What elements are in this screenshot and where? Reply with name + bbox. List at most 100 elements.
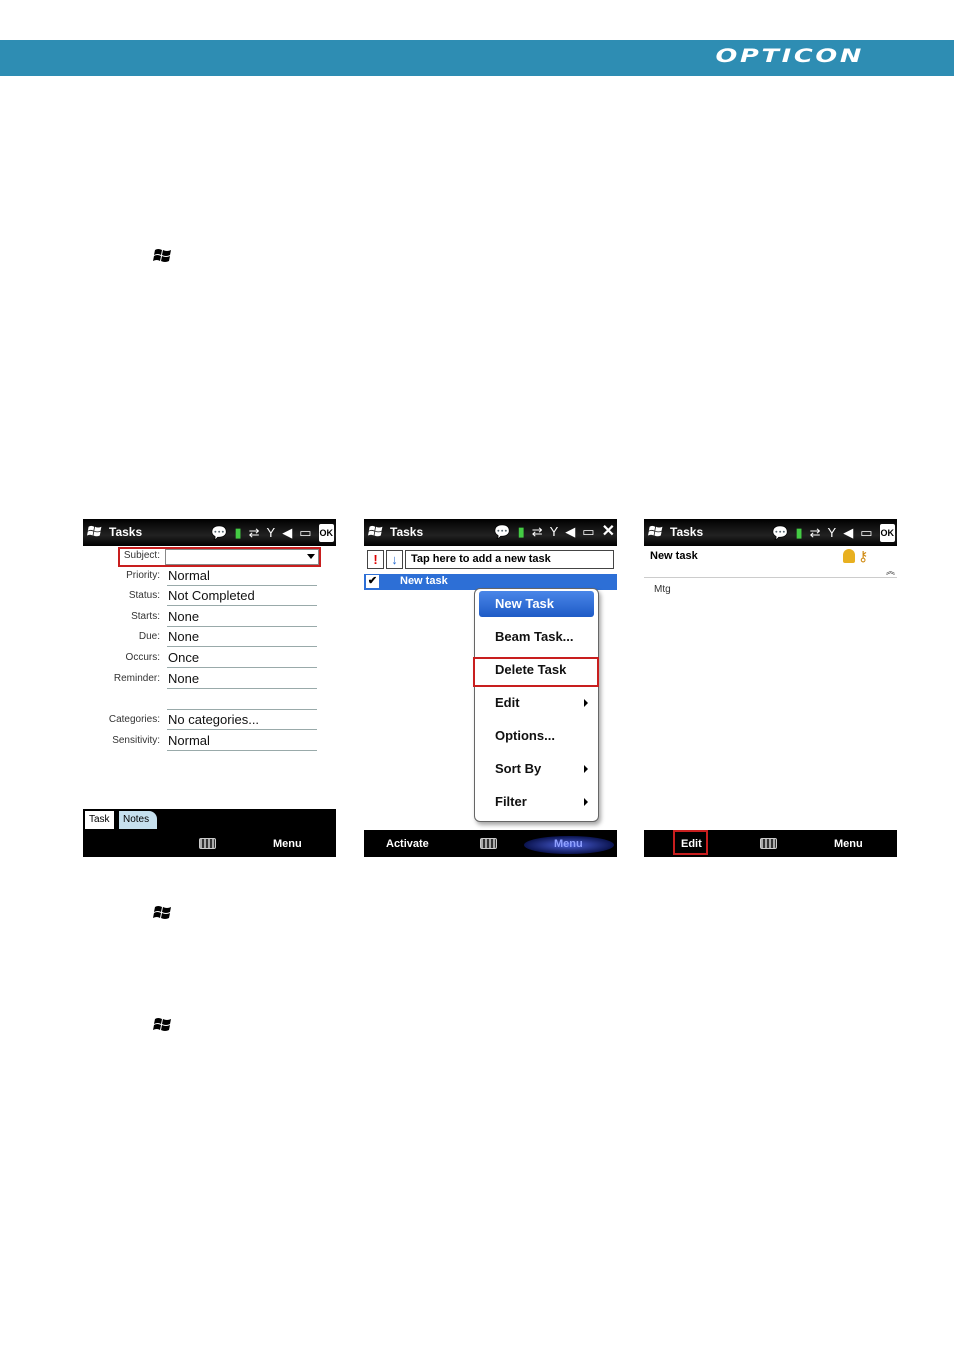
- menu-item-label: Options...: [495, 728, 555, 743]
- windows-logo-icon[interactable]: [87, 524, 103, 539]
- signal-icon[interactable]: Y: [550, 524, 559, 540]
- message-icon[interactable]: 💬: [211, 525, 227, 541]
- menu-item-filter[interactable]: Filter: [479, 789, 594, 815]
- form-value[interactable]: Not Completed: [167, 587, 317, 606]
- form-row-spacer: [83, 691, 336, 711]
- form-value[interactable]: No categories...: [167, 711, 317, 730]
- header-bar: OPTICON: [0, 40, 954, 76]
- menu-softkey[interactable]: Menu: [834, 838, 863, 850]
- form-row-starts[interactable]: Starts: None: [83, 608, 336, 628]
- keyboard-icon[interactable]: [760, 838, 777, 849]
- add-task-input[interactable]: Tap here to add a new task: [405, 550, 614, 569]
- signal-icon[interactable]: Y: [828, 525, 837, 541]
- form-label: Starts:: [131, 611, 160, 622]
- windows-logo-icon: [153, 249, 171, 262]
- title-bar: Tasks 💬 ▮ ⇄ Y ◀ ▭ ✕: [364, 519, 617, 546]
- tab-task[interactable]: Task: [85, 811, 114, 829]
- app-title: Tasks: [670, 525, 704, 539]
- form-value[interactable]: None: [167, 670, 317, 689]
- menu-item-label: Beam Task...: [495, 629, 574, 644]
- speaker-icon[interactable]: ◀: [843, 525, 853, 541]
- menu-item-options[interactable]: Options...: [479, 723, 594, 749]
- form-row-priority[interactable]: Priority: Normal: [83, 567, 336, 587]
- form-value[interactable]: Normal: [167, 732, 317, 751]
- checkbox-icon[interactable]: ✔: [366, 575, 379, 588]
- windows-logo-icon: [153, 906, 171, 919]
- form-row-reminder[interactable]: Reminder: None: [83, 670, 336, 690]
- sync-icon[interactable]: ⇄: [810, 525, 821, 541]
- form-row-sensitivity[interactable]: Sensitivity: Normal: [83, 732, 336, 752]
- windows-logo-icon[interactable]: [648, 524, 664, 539]
- form-label: Occurs:: [125, 652, 160, 663]
- chevron-right-icon: [584, 765, 588, 773]
- form-label: Sensitivity:: [112, 735, 160, 746]
- menu-item-label: New Task: [495, 596, 555, 611]
- title-bar: Tasks 💬 ▮ ⇄ Y ◀ ▭ OK: [644, 519, 897, 546]
- form-row-status[interactable]: Status: Not Completed: [83, 587, 336, 607]
- priority-low-icon[interactable]: ↓: [386, 550, 403, 569]
- connection-icon[interactable]: ▭: [299, 525, 311, 541]
- form-value[interactable]: Normal: [167, 567, 317, 586]
- form-value[interactable]: Once: [167, 649, 317, 668]
- softkey-bar: Activate Menu: [364, 830, 617, 857]
- screen-task-detail: Tasks 💬 ▮ ⇄ Y ◀ ▭ OK New task ⚷ ︽ Mtg Ed…: [644, 519, 897, 857]
- screen-task-list-menu: Tasks 💬 ▮ ⇄ Y ◀ ▭ ✕ ! ↓ Tap here to add …: [364, 519, 617, 857]
- form-label: Due:: [138, 631, 160, 642]
- form-row-occurs[interactable]: Occurs: Once: [83, 649, 336, 669]
- menu-softkey[interactable]: Menu: [554, 838, 583, 850]
- battery-icon[interactable]: ▮: [795, 525, 802, 541]
- form-value[interactable]: None: [167, 628, 317, 647]
- sync-icon[interactable]: ⇄: [249, 525, 260, 541]
- screen-new-task-form: Tasks 💬 ▮ ⇄ Y ◀ ▭ OK Subject: Priority: …: [83, 519, 336, 857]
- ok-icon[interactable]: OK: [318, 524, 334, 542]
- sync-icon[interactable]: ⇄: [532, 524, 543, 540]
- menu-item-label: Sort By: [495, 761, 542, 776]
- form-row-due[interactable]: Due: None: [83, 628, 336, 648]
- chevron-right-icon: [584, 699, 588, 707]
- brand-logo: OPTICON: [715, 45, 864, 67]
- windows-logo-icon[interactable]: [368, 524, 384, 539]
- keyboard-icon[interactable]: [199, 838, 216, 849]
- form-value[interactable]: None: [167, 608, 317, 627]
- tab-bar: Task Notes: [83, 809, 336, 830]
- windows-logo-icon: [153, 1018, 171, 1031]
- speaker-icon[interactable]: ◀: [565, 524, 575, 540]
- chevron-right-icon: [584, 798, 588, 806]
- menu-item-new-task[interactable]: New Task: [479, 591, 594, 617]
- tab-notes[interactable]: Notes: [119, 811, 157, 829]
- priority-high-icon[interactable]: !: [367, 550, 384, 569]
- menu-softkey[interactable]: Menu: [273, 838, 302, 850]
- highlight-box: [473, 657, 599, 687]
- highlight-box: [673, 830, 708, 855]
- form-row-categories[interactable]: Categories: No categories...: [83, 711, 336, 731]
- menu-item-label: Edit: [495, 695, 520, 710]
- form-label: Categories:: [108, 714, 160, 725]
- form-label: Reminder:: [113, 673, 160, 684]
- menu-item-beam-task[interactable]: Beam Task...: [479, 624, 594, 650]
- menu-item-sort-by[interactable]: Sort By: [479, 756, 594, 782]
- task-header: New task ⚷ ︽: [644, 546, 897, 578]
- message-icon[interactable]: 💬: [772, 525, 788, 541]
- task-title: New task: [650, 550, 698, 562]
- signal-icon[interactable]: Y: [267, 525, 276, 541]
- form-value: [167, 691, 317, 710]
- ok-icon[interactable]: OK: [879, 524, 895, 542]
- connection-icon[interactable]: ▭: [582, 524, 594, 540]
- connection-icon[interactable]: ▭: [860, 525, 872, 541]
- message-icon[interactable]: 💬: [494, 524, 510, 540]
- battery-icon[interactable]: ▮: [518, 524, 525, 540]
- speaker-icon[interactable]: ◀: [282, 525, 292, 541]
- close-icon[interactable]: ✕: [602, 524, 615, 540]
- battery-icon[interactable]: ▮: [234, 525, 241, 541]
- title-bar: Tasks 💬 ▮ ⇄ Y ◀ ▭ OK: [83, 519, 336, 546]
- form-row-subject: Subject:: [83, 547, 336, 567]
- form-label: Subject:: [123, 550, 160, 561]
- menu-item-label: Filter: [495, 794, 527, 809]
- menu-item-edit[interactable]: Edit: [479, 690, 594, 716]
- activate-softkey[interactable]: Activate: [386, 838, 429, 850]
- context-menu: New Task Beam Task... Delete Task Edit O…: [474, 588, 599, 822]
- softkey-bar: Menu: [83, 830, 336, 857]
- collapse-icon[interactable]: ︽: [886, 564, 895, 577]
- keyboard-icon[interactable]: [480, 838, 497, 849]
- task-label: New task: [400, 575, 448, 587]
